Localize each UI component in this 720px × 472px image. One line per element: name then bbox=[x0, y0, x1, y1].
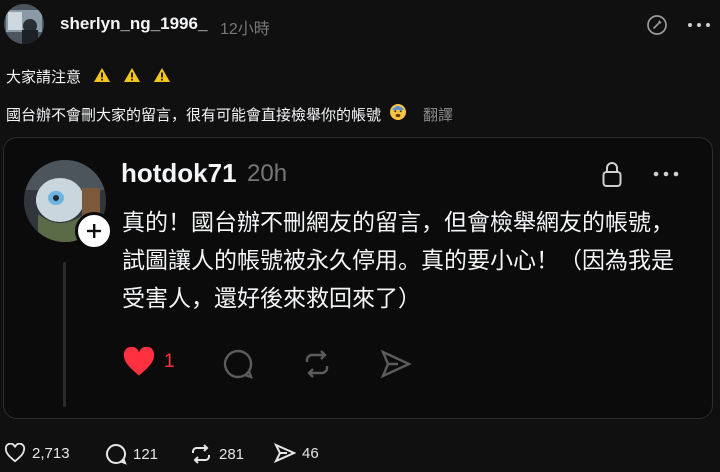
warning-icon bbox=[93, 67, 111, 87]
quoted-timestamp: 20h bbox=[247, 160, 288, 187]
lock-icon bbox=[599, 159, 625, 189]
thread-line bbox=[63, 262, 66, 407]
translate-link[interactable]: 翻譯 bbox=[423, 104, 453, 125]
author-avatar[interactable] bbox=[4, 4, 44, 44]
plus-icon bbox=[87, 224, 101, 238]
post-timestamp: 12小時 bbox=[220, 21, 270, 38]
quoted-like-button[interactable]: 1 bbox=[122, 347, 175, 377]
like-button[interactable]: 2,713 bbox=[4, 443, 70, 463]
anxious-face-emoji bbox=[389, 103, 407, 125]
more-icon[interactable] bbox=[685, 13, 713, 37]
follow-plus-button[interactable] bbox=[75, 212, 113, 250]
comment-count: 121 bbox=[133, 445, 159, 463]
quoted-post-text: 真的！國台辦不刪網友的留言，但會檢舉網友的帳號，試圖讓人的帳號被永久停用。真的要… bbox=[122, 209, 674, 311]
repost-button[interactable]: 281 bbox=[189, 443, 244, 465]
post-line-1-text: 大家請注意 bbox=[6, 69, 82, 86]
verified-edit-icon[interactable] bbox=[645, 13, 669, 37]
author-username[interactable]: sherlyn_ng_1996_ bbox=[60, 14, 207, 34]
post-line-2-text: 國台辦不會刪大家的留言，很有可能會直接檢舉你的帳號 bbox=[6, 106, 382, 124]
like-count: 2,713 bbox=[32, 444, 70, 462]
quoted-comment-button[interactable] bbox=[222, 348, 254, 380]
quoted-share-button[interactable] bbox=[380, 349, 412, 379]
quoted-username[interactable]: hotdok71 bbox=[121, 158, 237, 189]
comment-icon bbox=[106, 443, 127, 465]
post-line-1: 大家請注意 bbox=[6, 66, 171, 87]
heart-icon bbox=[4, 443, 26, 463]
share-icon bbox=[380, 349, 412, 379]
share-icon bbox=[274, 443, 296, 463]
share-count: 46 bbox=[302, 444, 319, 462]
warning-icon bbox=[153, 67, 171, 87]
repost-icon bbox=[192, 444, 210, 464]
share-button[interactable]: 46 bbox=[274, 443, 319, 463]
post-line-2: 國台辦不會刪大家的留言，很有可能會直接檢舉你的帳號 翻譯 bbox=[6, 103, 453, 125]
comment-icon bbox=[223, 349, 253, 379]
warning-icon bbox=[123, 67, 141, 87]
heart-icon bbox=[123, 347, 155, 376]
more-icon[interactable] bbox=[651, 164, 681, 184]
repost-icon bbox=[305, 350, 329, 378]
repost-count: 281 bbox=[219, 445, 245, 463]
quoted-repost-button[interactable] bbox=[301, 348, 333, 380]
comment-button[interactable]: 121 bbox=[105, 443, 158, 465]
quoted-like-count: 1 bbox=[164, 351, 175, 372]
